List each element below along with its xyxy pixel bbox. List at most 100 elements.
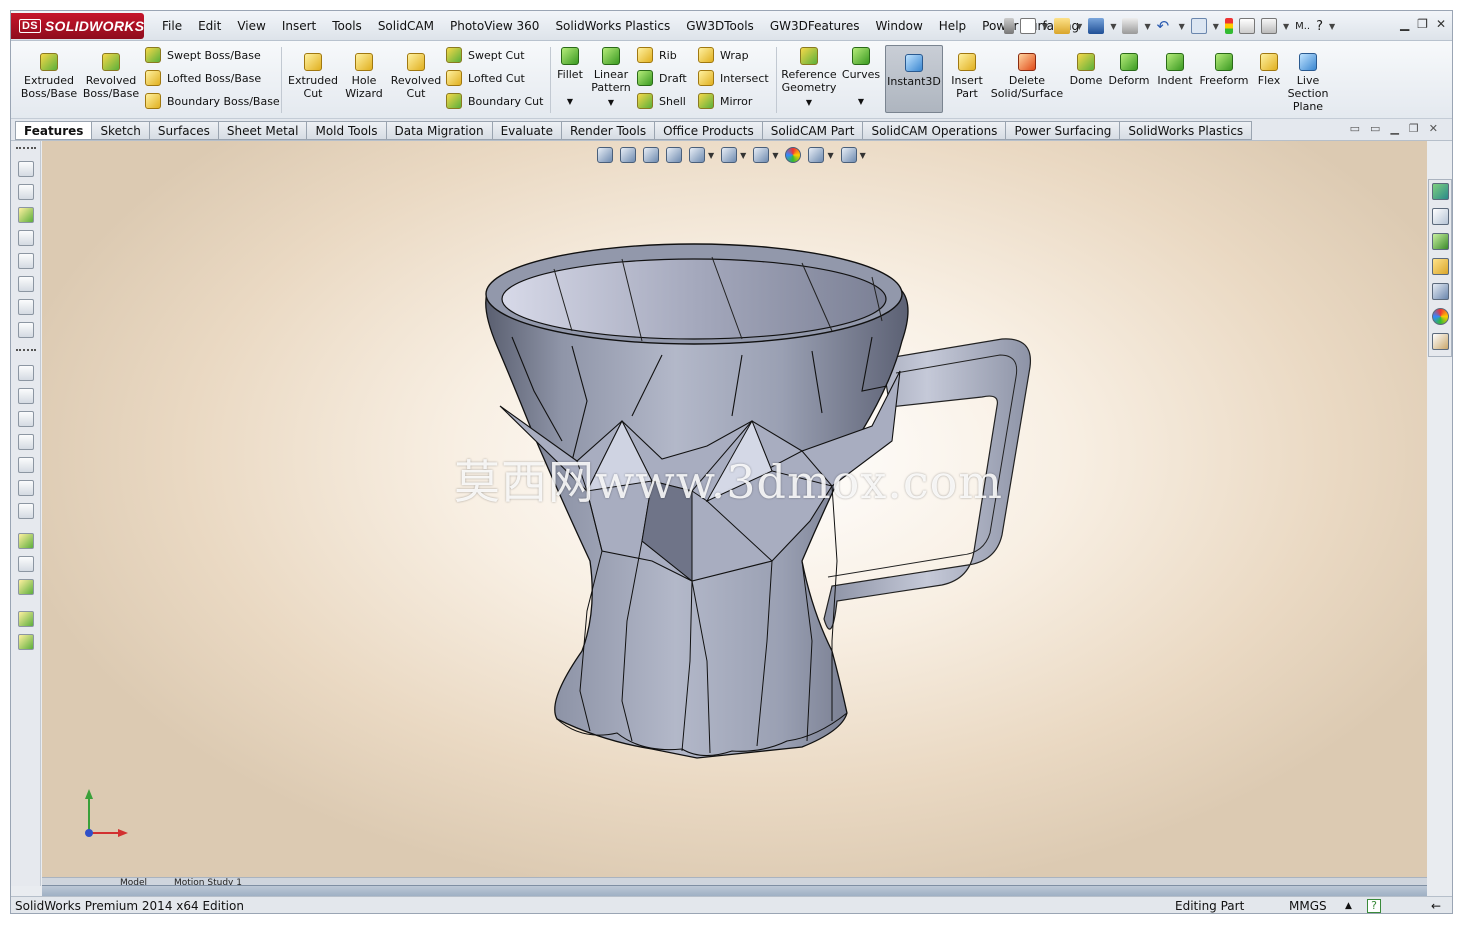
chevron-down-icon[interactable]: ▼ [608,96,614,109]
new-document-icon[interactable] [1020,18,1036,34]
intersect-button[interactable]: Intersect [698,70,769,86]
menu-edit[interactable]: Edit [190,19,229,33]
shell-button[interactable]: Shell [637,93,686,109]
insert-part-button[interactable]: Insert Part [947,53,987,100]
deform-button[interactable]: Deform [1107,53,1151,87]
extruded-cut-button[interactable]: Extruded Cut [287,53,339,100]
sketch-tool-icon[interactable] [18,276,34,292]
mug-3d-model[interactable] [42,141,1427,886]
menu-tools[interactable]: Tools [324,19,370,33]
boundary-cut-button[interactable]: Boundary Cut [446,93,543,109]
toolbar-grip[interactable] [16,147,36,149]
sketch-tool-icon[interactable] [18,533,34,549]
sketch-tool-icon[interactable] [18,579,34,595]
chevron-down-icon[interactable]: ▼ [1110,22,1116,31]
chevron-up-icon[interactable]: ▲ [1345,897,1352,913]
swept-cut-button[interactable]: Swept Cut [446,47,525,63]
tab-solidcam-operations[interactable]: SolidCAM Operations [863,121,1007,140]
menu-window[interactable]: Window [867,19,930,33]
tab-solidworks-plastics[interactable]: SolidWorks Plastics [1120,121,1253,140]
rib-button[interactable]: Rib [637,47,677,63]
extruded-boss-button[interactable]: Extruded Boss/Base [21,53,77,100]
view-tool-icon[interactable] [18,457,34,473]
chevron-down-icon[interactable]: ▼ [1329,22,1335,31]
menu-gw3dtools[interactable]: GW3DTools [678,19,762,33]
options-icon[interactable] [1260,18,1277,34]
menu-view[interactable]: View [229,19,273,33]
doc-minimize-icon[interactable]: ▁ [1390,122,1398,135]
tab-surfaces[interactable]: Surfaces [149,121,219,140]
appearances-icon[interactable] [1432,308,1449,325]
view-tool-icon[interactable] [18,411,34,427]
tab-office-products[interactable]: Office Products [655,121,763,140]
sketch-tool-icon[interactable] [18,230,34,246]
linear-pattern-button[interactable]: Linear Pattern ▼ [589,47,633,109]
wrap-button[interactable]: Wrap [698,47,749,63]
sketch-tool-icon[interactable] [18,634,34,650]
dome-button[interactable]: Dome [1067,53,1105,87]
file-explorer-icon[interactable] [1432,258,1449,275]
minimize-icon[interactable]: ▁ [1400,17,1409,31]
help-icon[interactable]: ? [1316,19,1323,34]
chevron-down-icon[interactable]: ▼ [567,95,573,108]
chevron-down-icon[interactable]: ▼ [806,96,812,109]
pin-icon[interactable] [1004,18,1014,34]
chevron-down-icon[interactable]: ▼ [858,95,864,108]
rebuild-icon[interactable] [1224,18,1233,34]
sketch-tool-icon[interactable] [18,207,34,223]
chevron-down-icon[interactable]: ▼ [1076,22,1082,31]
tab-data-migration[interactable]: Data Migration [386,121,493,140]
help-status-icon[interactable]: ? [1367,899,1381,913]
lofted-cut-button[interactable]: Lofted Cut [446,70,525,86]
doc-restore-icon[interactable]: ❐ [1409,122,1419,135]
open-folder-icon[interactable] [1054,18,1071,34]
save-icon[interactable] [1088,18,1105,34]
view-tool-icon[interactable] [18,434,34,450]
view-tool-icon[interactable] [18,365,34,381]
solidworks-logo[interactable]: DS SOLIDWORKS [11,13,144,39]
menu-solidcam[interactable]: SolidCAM [370,19,442,33]
sketch-tool-icon[interactable] [18,184,34,200]
tab-evaluate[interactable]: Evaluate [492,121,562,140]
design-library-icon[interactable] [1432,233,1449,250]
freeform-button[interactable]: Freeform [1197,53,1251,87]
chevron-down-icon[interactable]: ▼ [1283,22,1289,31]
tile-horizontal-icon[interactable]: ▭ [1350,122,1360,135]
back-arrow-icon[interactable]: ← [1431,897,1441,913]
view-tool-icon[interactable] [18,503,34,519]
view-tool-icon[interactable] [18,388,34,404]
swept-boss-button[interactable]: Swept Boss/Base [145,47,261,63]
graphics-area[interactable]: ▼ ▼ ▼ ▼ ▼ 莫西网www.3dmox.com [42,141,1427,886]
fillet-button[interactable]: Fillet ▼ [553,47,587,108]
view-tool-icon[interactable] [18,480,34,496]
revolved-boss-button[interactable]: Revolved Boss/Base [83,53,139,100]
undo-icon[interactable]: ↶ [1157,18,1173,34]
print-icon[interactable] [1122,18,1139,34]
hole-wizard-button[interactable]: Hole Wizard [341,53,387,100]
tab-features[interactable]: Features [15,121,93,140]
mirror-button[interactable]: Mirror [698,93,752,109]
revolved-cut-button[interactable]: Revolved Cut [389,53,443,100]
tile-vertical-icon[interactable]: ▭ [1370,122,1380,135]
tab-sketch[interactable]: Sketch [92,121,150,140]
lofted-boss-button[interactable]: Lofted Boss/Base [145,70,261,86]
chevron-down-icon[interactable]: ▼ [1042,22,1048,31]
indent-button[interactable]: Indent [1153,53,1197,87]
reference-geometry-button[interactable]: Reference Geometry ▼ [779,47,839,109]
close-icon[interactable]: ✕ [1436,17,1446,31]
toolbar-grip[interactable] [16,349,36,351]
live-section-plane-button[interactable]: Live Section Plane [1287,53,1329,113]
doc-close-icon[interactable]: ✕ [1429,122,1438,135]
tab-render-tools[interactable]: Render Tools [561,121,656,140]
sketch-tool-icon[interactable] [18,611,34,627]
flex-button[interactable]: Flex [1251,53,1287,87]
tab-power-surfacing[interactable]: Power Surfacing [1006,121,1121,140]
curves-button[interactable]: Curves ▼ [841,47,881,108]
chevron-down-icon[interactable]: ▼ [1144,22,1150,31]
chevron-down-icon[interactable]: ▼ [1179,22,1185,31]
menu-insert[interactable]: Insert [274,19,324,33]
tab-mold-tools[interactable]: Mold Tools [307,121,387,140]
sketch-tool-icon[interactable] [18,322,34,338]
chevron-down-icon[interactable]: ▼ [1213,22,1219,31]
extra-toolbar-label[interactable]: M.. [1295,21,1310,32]
